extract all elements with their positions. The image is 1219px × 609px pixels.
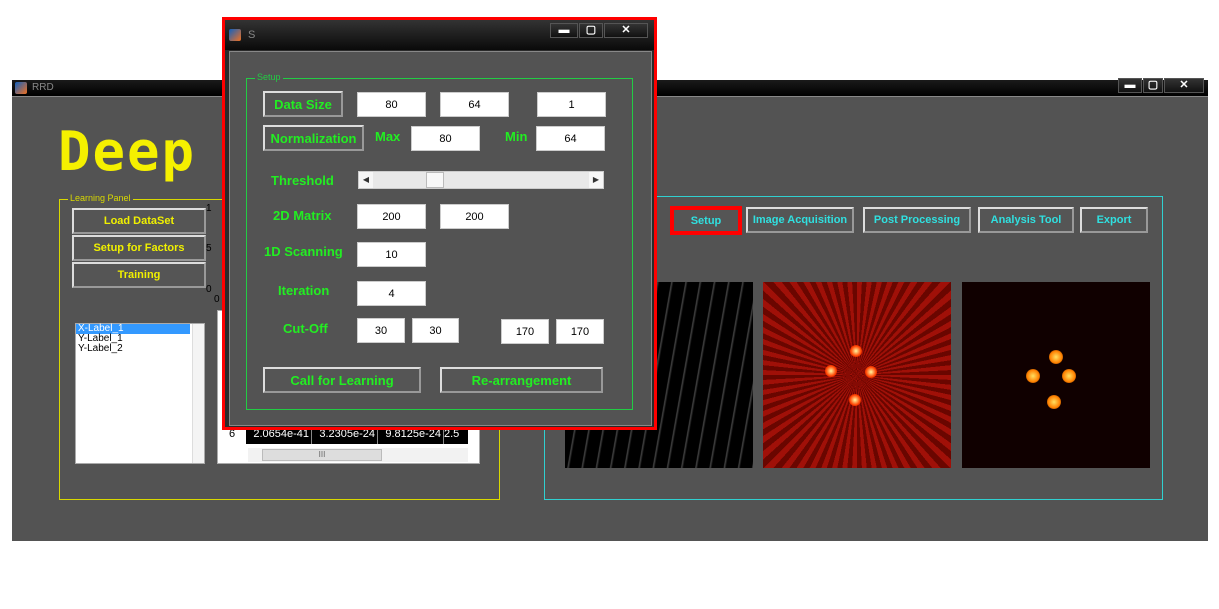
label-listbox[interactable]: X-Label_1 Y-Label_1 Y-Label_2	[75, 323, 205, 464]
bright-spot	[1049, 350, 1063, 364]
axis-tick: 0	[214, 294, 220, 305]
processed-image	[962, 282, 1150, 468]
call-for-learning-button[interactable]: Call for Learning	[263, 367, 421, 393]
reconstruction-image	[763, 282, 951, 468]
minimize-button[interactable]: ▬	[550, 23, 578, 38]
minimize-button[interactable]: ▬	[1118, 78, 1142, 93]
table-cell[interactable]: 9.8125e-24	[378, 428, 444, 444]
close-button[interactable]: ✕	[604, 23, 648, 38]
list-scrollbar[interactable]	[192, 324, 204, 463]
setup-tab-button[interactable]: Setup	[670, 206, 742, 235]
scanning-1d-label: 1D Scanning	[264, 244, 343, 259]
matrix-2d-label: 2D Matrix	[273, 208, 332, 223]
bright-spot	[825, 365, 837, 377]
normalization-button[interactable]: Normalization	[263, 125, 364, 151]
bright-spot	[1062, 369, 1076, 383]
setup-for-factors-button[interactable]: Setup for Factors	[72, 235, 206, 261]
bright-spot	[850, 345, 862, 357]
image-acquisition-button[interactable]: Image Acquisition	[746, 207, 854, 233]
min-label: Min	[505, 129, 528, 144]
dialog-title: S	[248, 29, 256, 41]
axis-tick: 0	[206, 284, 212, 295]
table-row: 2.0654e-41 3.2305e-24 9.8125e-24 2.5	[246, 428, 468, 444]
slider-thumb[interactable]	[426, 172, 445, 188]
data-size-field-1[interactable]: 80	[357, 92, 426, 117]
post-processing-button[interactable]: Post Processing	[863, 207, 971, 233]
load-dataset-button[interactable]: Load DataSet	[72, 208, 206, 234]
table-cell[interactable]: 3.2305e-24	[312, 428, 378, 444]
bright-spot	[849, 394, 861, 406]
table-cell[interactable]: 2.0654e-41	[246, 428, 312, 444]
matlab-icon	[15, 82, 27, 94]
threshold-label: Threshold	[271, 173, 334, 188]
axis-tick: 5	[206, 243, 212, 254]
cut-off-field-1[interactable]: 30	[357, 318, 405, 343]
list-item[interactable]: Y-Label_2	[76, 344, 204, 354]
matrix-2d-field-2[interactable]: 200	[440, 204, 509, 229]
setup-group-label: Setup	[255, 72, 283, 82]
analysis-tool-button[interactable]: Analysis Tool	[978, 207, 1074, 233]
maximize-button[interactable]: ▢	[1143, 78, 1163, 93]
learning-panel-label: Learning Panel	[68, 193, 133, 203]
cut-off-field-2[interactable]: 30	[412, 318, 459, 343]
max-field[interactable]: 80	[411, 126, 480, 151]
max-label: Max	[375, 129, 401, 144]
matrix-2d-field-1[interactable]: 200	[357, 204, 426, 229]
cut-off-field-4[interactable]: 170	[556, 319, 604, 344]
export-button[interactable]: Export	[1080, 207, 1148, 233]
rearrangement-button[interactable]: Re-arrangement	[440, 367, 603, 393]
maximize-button[interactable]: ▢	[579, 23, 603, 38]
slider-left-arrow-icon[interactable]: ◀	[359, 172, 373, 188]
table-row-header: 6	[228, 428, 236, 440]
data-size-field-3[interactable]: 1	[537, 92, 606, 117]
data-size-button[interactable]: Data Size	[263, 91, 343, 117]
threshold-slider[interactable]: ◀ ▶	[358, 171, 604, 189]
bright-spot	[865, 366, 877, 378]
table-cell[interactable]: 2.5	[444, 428, 468, 444]
iteration-label: Iteration	[278, 283, 330, 298]
axis-tick: 1	[206, 203, 212, 214]
data-size-field-2[interactable]: 64	[440, 92, 509, 117]
main-title: RRD	[32, 82, 54, 93]
iteration-field[interactable]: 4	[357, 281, 426, 306]
horizontal-scrollbar[interactable]: III	[248, 448, 468, 462]
cut-off-field-3[interactable]: 170	[501, 319, 549, 344]
close-button[interactable]: ✕	[1164, 78, 1204, 93]
min-field[interactable]: 64	[536, 126, 605, 151]
matlab-icon	[229, 29, 241, 41]
scanning-1d-field[interactable]: 10	[357, 242, 426, 267]
bright-spot	[1047, 395, 1061, 409]
dialog-title-bar: S ▬ ▢ ✕	[225, 20, 654, 50]
bright-spot	[1026, 369, 1040, 383]
cut-off-label: Cut-Off	[283, 321, 328, 336]
scroll-thumb[interactable]: III	[262, 449, 382, 461]
slider-right-arrow-icon[interactable]: ▶	[589, 172, 603, 188]
training-button[interactable]: Training	[72, 262, 206, 288]
